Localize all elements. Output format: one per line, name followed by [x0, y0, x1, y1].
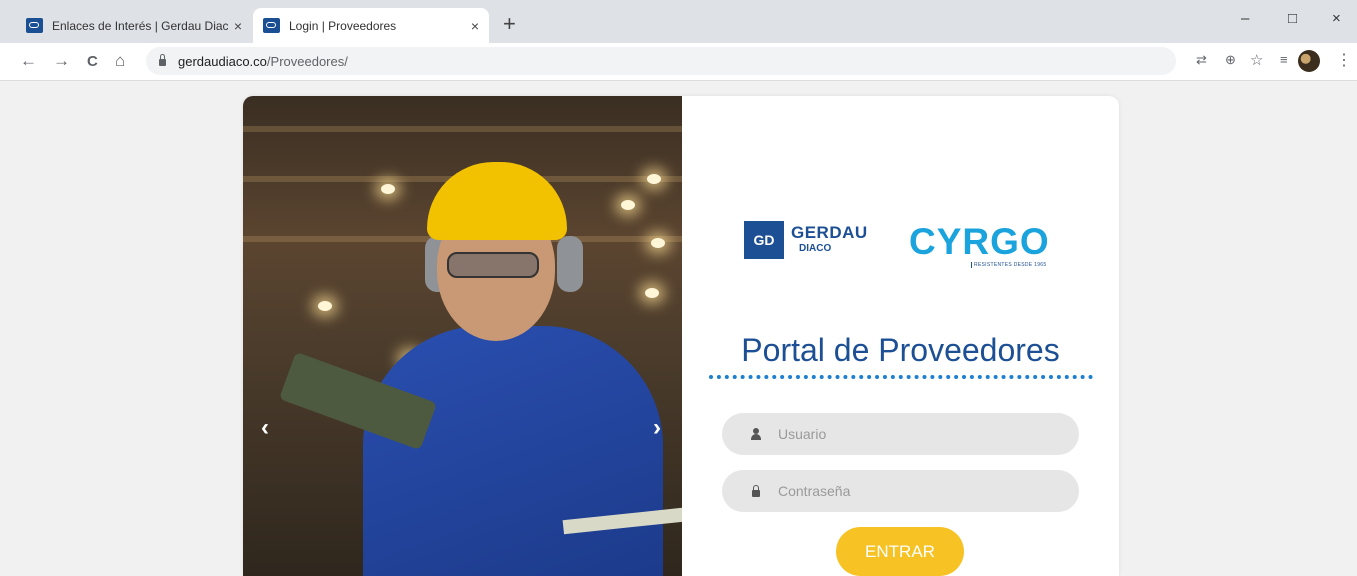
worker-jacket	[363, 326, 663, 576]
maximize-button[interactable]: □	[1288, 10, 1297, 27]
star-icon[interactable]: ☆	[1250, 51, 1263, 69]
login-submit-button[interactable]: ENTRAR	[836, 527, 964, 576]
menu-icon[interactable]: ⋮	[1336, 50, 1352, 70]
gerdau-name: GERDAU	[791, 223, 868, 242]
close-window-button[interactable]: ×	[1332, 10, 1341, 27]
url-text: gerdaudiaco.co/Proveedores/	[178, 53, 348, 69]
username-field[interactable]	[722, 413, 1079, 455]
gerdau-diaco-logo: GD GERDAU DIACO	[744, 221, 868, 259]
earmuff	[557, 236, 583, 292]
tab-enlaces[interactable]: Enlaces de Interés | Gerdau Diaco ×	[16, 8, 252, 43]
hard-hat	[427, 162, 567, 240]
tab-login-proveedores[interactable]: Login | Proveedores ×	[253, 8, 489, 43]
gerdau-favicon-icon	[263, 18, 280, 33]
title-divider	[709, 375, 1093, 379]
minimize-button[interactable]: –	[1241, 10, 1249, 27]
ceiling-lamp	[318, 301, 332, 311]
password-field[interactable]	[722, 470, 1079, 512]
user-icon	[750, 428, 762, 440]
home-button[interactable]: ⌂	[115, 51, 125, 71]
page-title: Portal de Proveedores	[741, 332, 1060, 368]
translate-icon[interactable]: ⇄	[1196, 52, 1207, 68]
carousel-next-button[interactable]: ›	[653, 414, 661, 442]
username-input[interactable]	[776, 425, 1060, 443]
ceiling-beam	[243, 126, 682, 132]
login-card: ‹ › GD GERDAU DIACO CYRGO RESISTENTES DE…	[243, 96, 1119, 576]
zoom-icon[interactable]: ⊕	[1225, 52, 1236, 68]
reload-button[interactable]: C	[87, 53, 98, 70]
gerdau-favicon-icon	[26, 18, 43, 33]
password-input[interactable]	[776, 482, 1060, 500]
browser-toolbar: ← → C ⌂ gerdaudiaco.co/Proveedores/ ⇄ ⊕ …	[0, 43, 1357, 81]
safety-glasses	[447, 252, 539, 278]
lock-icon	[159, 53, 166, 66]
tab-title: Enlaces de Interés | Gerdau Diaco	[52, 18, 228, 33]
ceiling-lamp	[621, 200, 635, 210]
back-button[interactable]: ←	[20, 51, 37, 71]
lock-icon	[750, 485, 762, 497]
ceiling-lamp	[645, 288, 659, 298]
address-bar[interactable]: gerdaudiaco.co/Proveedores/	[146, 47, 1176, 75]
login-panel: GD GERDAU DIACO CYRGO RESISTENTES DESDE …	[682, 96, 1119, 576]
close-tab-icon[interactable]: ×	[471, 18, 479, 34]
ceiling-lamp	[651, 238, 665, 248]
carousel-image: ‹ ›	[243, 96, 682, 576]
cyrgo-name: CYRGO	[909, 221, 1050, 262]
profile-avatar[interactable]	[1298, 50, 1320, 72]
tab-title: Login | Proveedores	[289, 18, 397, 33]
ceiling-lamp	[647, 174, 661, 184]
gerdau-sub: DIACO	[799, 243, 832, 254]
gerdau-mark-icon: GD	[744, 221, 784, 259]
ceiling-lamp	[381, 184, 395, 194]
close-tab-icon[interactable]: ×	[234, 18, 242, 34]
browser-tab-bar: Enlaces de Interés | Gerdau Diaco × Logi…	[0, 0, 1357, 43]
carousel-prev-button[interactable]: ‹	[261, 414, 269, 442]
cyrgo-tagline: RESISTENTES DESDE 1965	[971, 262, 1050, 268]
forward-button[interactable]: →	[53, 51, 70, 71]
gerdau-wordmark: GERDAU DIACO	[791, 223, 868, 254]
reading-list-icon[interactable]: ≡	[1280, 52, 1288, 67]
new-tab-button[interactable]: +	[503, 11, 516, 37]
cyrgo-logo: CYRGO RESISTENTES DESDE 1965	[909, 222, 1050, 268]
